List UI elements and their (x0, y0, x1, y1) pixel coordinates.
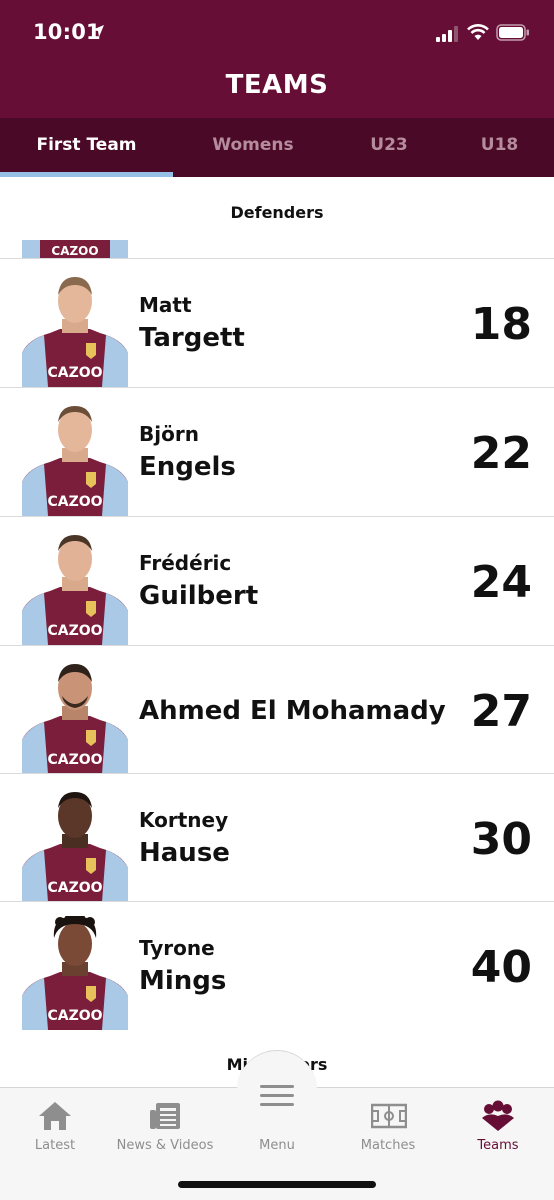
svg-text:CAZOO: CAZOO (47, 623, 102, 639)
team-icon (482, 1100, 514, 1131)
player-photo: CAZOO (22, 792, 128, 902)
player-row[interactable]: CAZOO Frédéric Guilbert 24 (0, 516, 554, 645)
svg-text:CAZOO: CAZOO (47, 365, 102, 381)
player-number: 18 (470, 299, 532, 350)
player-row[interactable]: CAZOO Matt Targett 18 (0, 258, 554, 387)
tab-u23[interactable]: U23 (333, 118, 445, 177)
news-icon (150, 1103, 180, 1129)
nav-teams-label: Teams (477, 1138, 519, 1153)
player-first-name: Frédéric (139, 551, 232, 575)
svg-text:CAZOO: CAZOO (47, 494, 102, 510)
player-photo: CAZOO (22, 664, 128, 774)
nav-matches[interactable]: Matches (333, 1088, 443, 1168)
active-tab-indicator (0, 172, 173, 177)
app-header: 10:01 TEAMS (0, 0, 554, 118)
player-first-name: Kortney (139, 808, 229, 832)
nav-latest-label: Latest (34, 1138, 76, 1153)
signal-icon (436, 26, 458, 42)
player-last-name: Guilbert (139, 581, 259, 611)
player-first-name: Tyrone (139, 936, 215, 960)
tab-womens[interactable]: Womens (173, 118, 333, 177)
player-number: 24 (470, 557, 532, 608)
svg-text:CAZOO: CAZOO (51, 244, 98, 258)
player-row[interactable]: CAZOO Björn Engels 22 (0, 387, 554, 516)
player-last-name: Hause (139, 838, 230, 868)
player-number: 22 (470, 428, 532, 479)
nav-news-videos[interactable]: News & Videos (110, 1088, 220, 1168)
player-number: 40 (470, 942, 532, 993)
nav-teams[interactable]: Teams (443, 1088, 553, 1168)
player-row[interactable]: CAZOO Kortney Hause 30 (0, 773, 554, 902)
section-heading-defenders: Defenders (230, 203, 324, 222)
player-photo: CAZOO (22, 277, 128, 387)
player-number: 30 (470, 814, 532, 865)
battery-icon (496, 24, 529, 41)
player-photo: CAZOO (22, 535, 128, 645)
svg-text:CAZOO: CAZOO (47, 880, 102, 896)
player-first-name: Björn (139, 422, 199, 446)
home-indicator (178, 1181, 376, 1188)
pitch-icon (371, 1103, 407, 1129)
player-last-name: Engels (139, 452, 236, 482)
svg-text:CAZOO: CAZOO (47, 752, 102, 768)
nav-matches-label: Matches (360, 1138, 416, 1153)
nav-menu[interactable]: Menu (237, 1050, 317, 1153)
status-bar: 10:01 (0, 0, 554, 62)
player-full-name: Ahmed El Mohamady (139, 696, 446, 726)
player-number: 27 (470, 686, 532, 737)
home-icon (39, 1102, 71, 1130)
tab-first-team[interactable]: First Team (0, 118, 173, 177)
team-tabs: First Team Womens U23 U18 (0, 118, 554, 177)
player-last-name: Targett (139, 323, 245, 353)
player-row[interactable]: CAZOO Ahmed El Mohamady 27 (0, 645, 554, 774)
location-arrow-icon (92, 25, 104, 37)
wifi-icon (467, 24, 489, 40)
player-row[interactable]: CAZOO Tyrone Mings 40 (0, 901, 554, 1030)
nav-latest[interactable]: Latest (0, 1088, 110, 1168)
player-photo-partial: CAZOO (22, 240, 128, 258)
hamburger-icon (260, 1085, 294, 1106)
player-first-name: Matt (139, 293, 192, 317)
svg-text:CAZOO: CAZOO (47, 1008, 102, 1024)
player-photo: CAZOO (22, 406, 128, 516)
page-title: TEAMS (225, 70, 329, 100)
nav-news-videos-label: News & Videos (116, 1138, 214, 1153)
nav-menu-label: Menu (259, 1138, 295, 1153)
player-photo: CAZOO (22, 916, 128, 1030)
tab-u18[interactable]: U18 (445, 118, 554, 177)
player-last-name: Mings (139, 966, 227, 996)
